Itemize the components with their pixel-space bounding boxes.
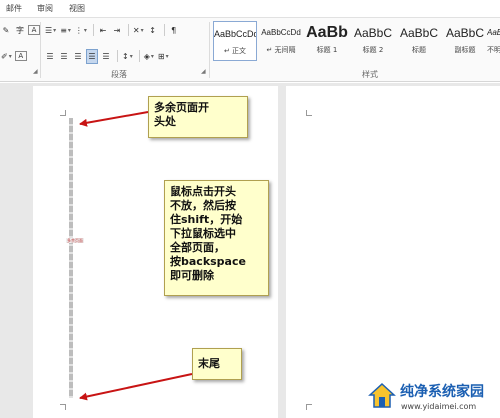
watermark: 纯净系统家园 www.yidaimei.com — [368, 380, 498, 416]
arrow-to-end — [79, 373, 193, 401]
watermark-url: www.yidaimei.com — [401, 402, 477, 411]
watermark-title: 纯净系统家园 — [400, 384, 484, 400]
arrow-to-start — [79, 111, 149, 127]
house-logo-icon — [368, 382, 396, 408]
callout-end: 末尾 — [192, 348, 242, 380]
callout-start: 多余页面开 头处 — [148, 96, 248, 138]
callout-instructions: 鼠标点击开头 不放，然后按 住shift，开始 下拉鼠标选中 全部页面， 按ba… — [164, 180, 269, 296]
